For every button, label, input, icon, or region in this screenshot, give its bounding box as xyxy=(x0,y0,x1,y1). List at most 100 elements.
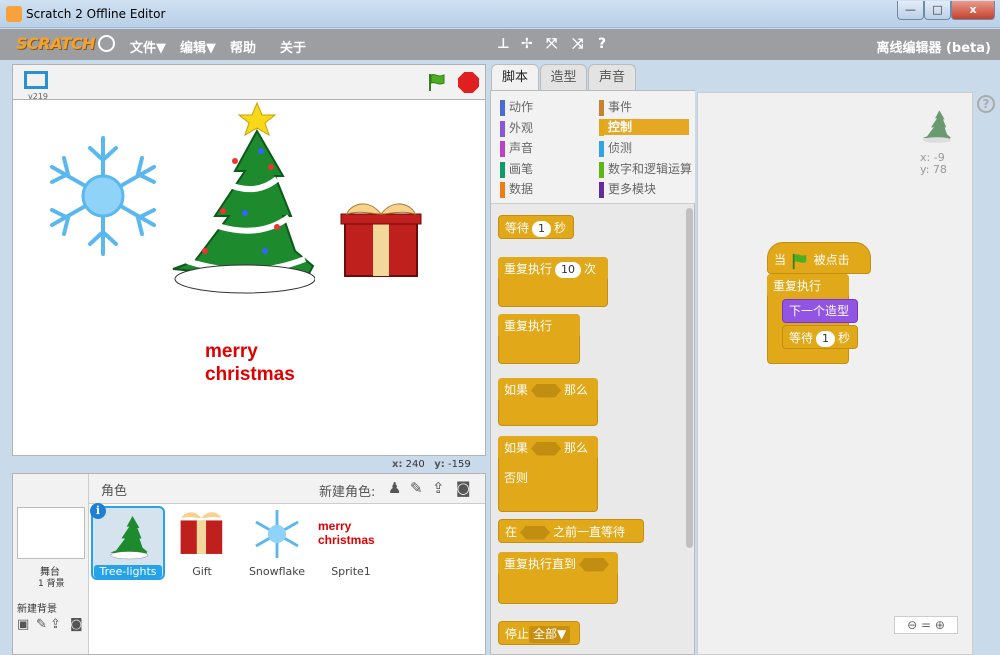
backdrop-library-icon[interactable]: ▣ xyxy=(17,617,29,632)
block-wait-value[interactable]: 1 xyxy=(532,220,552,237)
sprite-label-snowflake[interactable]: Snowflake xyxy=(237,565,317,578)
category-events-label: 事件 xyxy=(608,100,633,114)
snowflake-thumbnail-icon[interactable] xyxy=(251,508,303,560)
close-button[interactable]: x xyxy=(951,1,995,20)
hat-suffix: 被点击 xyxy=(813,253,850,267)
category-pen[interactable]: 画笔 xyxy=(500,161,533,178)
new-backdrop-label: 新建背景 xyxy=(17,604,57,615)
script-wait-value[interactable]: 1 xyxy=(816,330,836,347)
block-wait-until[interactable]: 在 之前一直等待 xyxy=(498,519,644,543)
merry-christmas-sprite[interactable]: merry christmas xyxy=(205,340,355,386)
upload-backdrop-icon[interactable]: ⇪ xyxy=(50,617,61,632)
block-if-condition-slot[interactable] xyxy=(531,383,562,398)
shrink-tool-icon[interactable]: ⤨ xyxy=(572,36,583,52)
category-data[interactable]: 数据 xyxy=(500,181,533,198)
block-repeat-suffix: 次 xyxy=(584,262,597,276)
category-looks-label: 外观 xyxy=(509,121,534,135)
category-sound[interactable]: 声音 xyxy=(500,140,533,157)
christmas-tree-sprite[interactable] xyxy=(165,101,315,297)
sprite1-line2: christmas xyxy=(318,533,375,547)
block-repeat-value[interactable]: 10 xyxy=(555,261,582,278)
category-motion[interactable]: 动作 xyxy=(500,99,533,116)
delete-tool-icon[interactable]: ✢ xyxy=(521,36,533,52)
block-stop[interactable]: 停止 全部▼ xyxy=(498,621,580,645)
tree-thumbnail-icon xyxy=(110,515,149,560)
more-blocks-swatch xyxy=(599,182,604,198)
menu-about[interactable]: 关于 xyxy=(280,37,306,56)
language-globe-icon[interactable] xyxy=(98,35,115,52)
sprite-library-icon[interactable]: ♟ xyxy=(388,479,401,497)
palette-scrollbar[interactable] xyxy=(686,208,693,548)
snowflake-sprite[interactable] xyxy=(40,134,166,258)
sprite1-line1: merry xyxy=(318,519,352,533)
menu-help[interactable]: 帮助 xyxy=(230,37,256,56)
maximize-button[interactable]: □ xyxy=(924,1,951,20)
green-flag-icon[interactable] xyxy=(427,72,447,92)
data-swatch xyxy=(500,182,505,198)
sprite-coords: x: -9 y: 78 xyxy=(920,152,947,176)
sprite-label-sprite1[interactable]: Sprite1 xyxy=(311,565,391,578)
block-stop-prefix: 停止 xyxy=(505,627,530,641)
block-repeat-prefix: 重复执行 xyxy=(504,262,553,276)
minimize-button[interactable]: — xyxy=(897,1,924,20)
grow-tool-icon[interactable]: ⤧ xyxy=(546,36,557,52)
tab-scripts[interactable]: 脚本 xyxy=(491,64,539,90)
looks-swatch xyxy=(500,121,505,137)
forever-script-label: 重复执行 xyxy=(767,274,849,298)
menu-file[interactable]: 文件▼ xyxy=(130,37,166,56)
gift-thumbnail-icon[interactable] xyxy=(176,507,228,557)
window-title-bar: Scratch 2 Offline Editor xyxy=(0,0,1000,28)
script-wait-block[interactable]: 等待 1 秒 xyxy=(782,325,858,349)
when-flag-clicked-block[interactable]: 当 被点击 xyxy=(767,242,871,274)
stage-header xyxy=(12,64,486,100)
upload-sprite-icon[interactable]: ⇪ xyxy=(432,479,445,497)
tab-sounds[interactable]: 声音 xyxy=(588,64,636,90)
duplicate-tool-icon[interactable]: ⊥ xyxy=(497,36,510,52)
events-swatch xyxy=(599,100,604,116)
mouse-position: x: 240 y: -159 xyxy=(392,459,471,470)
mouse-x-label: x: xyxy=(392,459,403,470)
sprite-label-gift[interactable]: Gift xyxy=(162,565,242,578)
block-wait-seconds[interactable]: 等待 1 秒 xyxy=(498,215,574,239)
zoom-controls[interactable]: ⊖ = ⊕ xyxy=(894,616,958,634)
sprites-title: 角色 xyxy=(101,484,128,499)
block-wait-until-slot[interactable] xyxy=(520,525,551,540)
paint-backdrop-icon[interactable]: ✎ xyxy=(36,617,47,632)
block-if-prefix: 如果 xyxy=(504,383,529,397)
category-control[interactable]: 控制 xyxy=(599,119,689,136)
block-if-else-condition-slot[interactable] xyxy=(531,441,562,456)
fullscreen-icon[interactable] xyxy=(24,71,48,89)
menu-edit[interactable]: 编辑▼ xyxy=(180,37,216,56)
block-repeat-until-label: 重复执行直到 xyxy=(504,557,577,571)
sprite1-thumbnail[interactable]: merry christmas xyxy=(318,519,375,547)
sound-swatch xyxy=(500,141,505,157)
christmas-text: christmas xyxy=(205,364,295,385)
next-costume-block[interactable]: 下一个造型 xyxy=(782,299,858,323)
gift-sprite[interactable] xyxy=(337,196,427,280)
tab-costumes[interactable]: 造型 xyxy=(540,64,587,90)
block-stop-dropdown[interactable]: 全部▼ xyxy=(529,626,571,643)
sprite-info-icon[interactable]: i xyxy=(90,503,106,519)
pen-swatch xyxy=(500,162,505,178)
category-more-blocks[interactable]: 更多模块 xyxy=(599,181,657,198)
category-more-blocks-label: 更多模块 xyxy=(608,182,657,196)
category-control-label: 控制 xyxy=(608,120,633,134)
mouse-x-value: 240 xyxy=(405,459,425,470)
script-wait-suffix: 秒 xyxy=(838,331,851,345)
camera-backdrop-icon[interactable]: ◙ xyxy=(70,617,83,632)
help-tool-icon[interactable]: ? xyxy=(598,36,606,52)
sprite-label-tree-lights: Tree-lights xyxy=(94,565,162,578)
app-icon xyxy=(6,6,22,22)
script-area[interactable] xyxy=(697,92,973,655)
stage-thumbnail[interactable] xyxy=(17,507,85,559)
category-operators[interactable]: 数字和逻辑运算 xyxy=(599,161,692,178)
category-events[interactable]: 事件 xyxy=(599,99,633,116)
category-sensing[interactable]: 侦测 xyxy=(599,140,632,157)
block-repeat-until-slot[interactable] xyxy=(579,557,610,572)
block-if-header: 如果 那么 xyxy=(498,378,598,402)
paint-sprite-icon[interactable]: ✎ xyxy=(410,479,423,497)
camera-sprite-icon[interactable]: ◙ xyxy=(456,479,471,497)
help-icon[interactable]: ? xyxy=(977,95,995,113)
block-repeat-header: 重复执行 10 次 xyxy=(498,257,608,281)
category-looks[interactable]: 外观 xyxy=(500,120,534,137)
